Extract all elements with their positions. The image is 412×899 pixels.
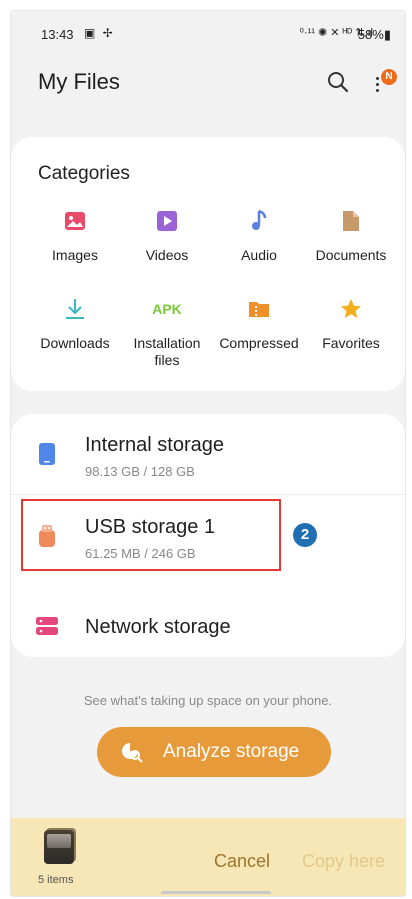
selection-thumbnail[interactable] xyxy=(44,830,74,864)
storage-name: Network storage xyxy=(85,616,231,638)
category-label: Installation files xyxy=(133,335,201,368)
bottom-action-bar: 5 items Cancel Copy here xyxy=(11,818,405,896)
category-compressed[interactable]: Compressed xyxy=(213,297,305,352)
category-documents[interactable]: Documents xyxy=(305,209,397,264)
category-label: Images xyxy=(52,247,98,263)
search-icon xyxy=(328,72,349,93)
category-label: Documents xyxy=(315,247,387,263)
selected-items-count: 5 items xyxy=(38,874,74,886)
category-label: Downloads xyxy=(40,335,110,351)
apk-icon-text: APK xyxy=(152,301,182,317)
music-note-icon xyxy=(247,209,271,233)
category-downloads[interactable]: Downloads xyxy=(29,297,121,352)
network-storage-icon xyxy=(35,614,59,638)
divider xyxy=(11,494,405,495)
category-label: Favorites xyxy=(322,335,380,351)
category-installation-files[interactable]: APK Installation files xyxy=(121,297,213,369)
category-audio[interactable]: Audio xyxy=(213,209,305,264)
analyze-icon xyxy=(121,741,143,763)
copy-here-button[interactable]: Copy here xyxy=(302,851,385,872)
category-label: Compressed xyxy=(219,335,299,351)
categories-card: Categories Images Videos Audio Documents xyxy=(11,137,405,391)
storage-hint: See what's taking up space on your phone… xyxy=(83,693,333,708)
cancel-button[interactable]: Cancel xyxy=(214,851,270,872)
storage-name: Internal storage xyxy=(85,434,224,456)
video-icon xyxy=(155,209,179,233)
storage-item-internal[interactable]: Internal storage 98.13 GB / 128 GB xyxy=(11,424,405,486)
status-time: 13:43 xyxy=(41,27,74,42)
more-options-icon xyxy=(376,77,379,80)
status-bar: 13:43 ▣ ✢ ⁰·¹¹ ✺ ✕ ᴴᴰ ⇅.ıl 58%▮ xyxy=(11,25,405,47)
phone-icon xyxy=(38,442,56,466)
phone-screen: 13:43 ▣ ✢ ⁰·¹¹ ✺ ✕ ᴴᴰ ⇅.ıl 58%▮ My Files… xyxy=(10,10,406,897)
highlight-box xyxy=(21,499,281,571)
analyze-storage-label: Analyze storage xyxy=(163,741,300,762)
zip-icon xyxy=(247,297,271,321)
download-icon xyxy=(63,297,87,321)
more-options-icon-dot xyxy=(376,89,379,92)
document-icon xyxy=(339,209,363,233)
more-options-icon-dot xyxy=(376,83,379,86)
page-title: My Files xyxy=(38,69,120,94)
category-images[interactable]: Images xyxy=(29,209,121,264)
categories-title: Categories xyxy=(38,163,130,184)
search-button[interactable] xyxy=(325,69,351,95)
status-left-icons: ▣ ✢ xyxy=(84,26,115,40)
category-favorites[interactable]: Favorites xyxy=(305,297,397,352)
image-icon xyxy=(63,209,87,233)
storage-item-network[interactable]: Network storage xyxy=(11,596,405,658)
category-label: Audio xyxy=(241,247,277,263)
notification-badge: N xyxy=(381,69,397,85)
analyze-storage-button[interactable]: Analyze storage xyxy=(97,727,331,777)
step-number-badge: 2 xyxy=(293,523,317,547)
category-videos[interactable]: Videos xyxy=(121,209,213,264)
storage-usage: 98.13 GB / 128 GB xyxy=(85,464,195,479)
thumbnail-image xyxy=(47,834,71,848)
battery-level: 58%▮ xyxy=(357,27,391,42)
star-icon xyxy=(339,297,363,321)
home-indicator[interactable] xyxy=(161,891,271,894)
category-label: Videos xyxy=(145,247,189,263)
battery-icon: ▮ xyxy=(383,27,391,42)
apk-icon: APK xyxy=(147,297,187,321)
